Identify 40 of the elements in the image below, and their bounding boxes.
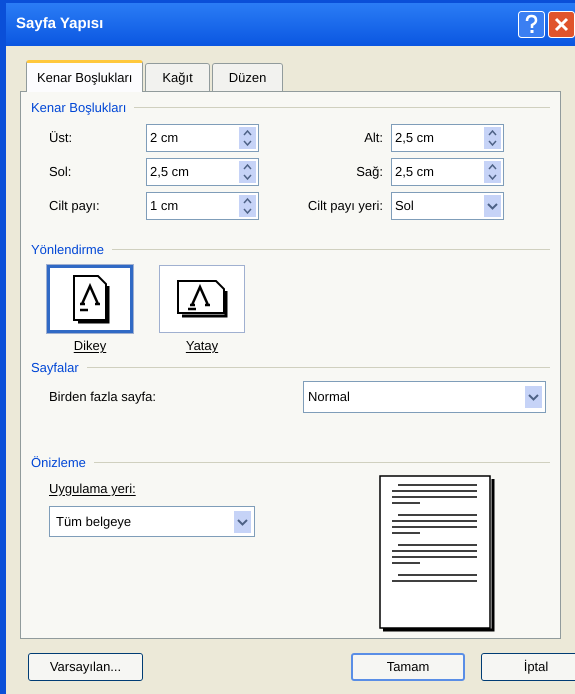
spin-field[interactable]: 1 cm [146, 192, 259, 220]
spin-field[interactable]: 2,5 cm [146, 158, 259, 186]
orientation-option[interactable] [159, 265, 245, 333]
spin-arrows-icon[interactable] [239, 160, 256, 182]
field-label: Cilt payı: [49, 196, 101, 215]
spin-arrows-icon[interactable] [239, 126, 256, 148]
field-label: Uygulama yeri: [49, 480, 137, 498]
dialog-button[interactable]: İptal [481, 653, 575, 681]
help-icon[interactable] [518, 11, 545, 38]
section-heading: Kenar Boşlukları [31, 99, 126, 117]
dropdown-field[interactable]: Sol [391, 192, 504, 220]
window-title: Sayfa Yapısı [16, 14, 104, 34]
tab[interactable]: Kenar Boşlukları [26, 60, 144, 92]
field-label: Birden fazla sayfa: [49, 388, 156, 406]
field-label: Sol: [49, 162, 72, 181]
field-label: Alt: [364, 128, 383, 147]
dialog-button[interactable]: Tamam [351, 653, 465, 681]
tab[interactable]: Kağıt [145, 63, 210, 91]
orientation-label: Yatay [186, 337, 218, 355]
landscape-page-icon [176, 279, 228, 319]
section-heading: Sayfalar [31, 358, 79, 377]
section-heading: Önizleme [31, 454, 86, 472]
tab[interactable]: Düzen [212, 63, 284, 91]
field-label: Sağ: [356, 162, 383, 181]
spin-arrows-icon[interactable] [239, 194, 256, 216]
portrait-page-icon [70, 274, 110, 324]
spin-arrows-icon[interactable] [484, 160, 501, 182]
spin-field[interactable]: 2 cm [146, 124, 259, 152]
dialog-button[interactable]: Varsayılan... [28, 653, 143, 681]
dropdown-field[interactable]: Normal [303, 381, 546, 413]
section-heading: Yönlendirme [31, 240, 104, 258]
close-icon[interactable] [548, 11, 575, 38]
spin-field[interactable]: 2,5 cm [391, 124, 504, 152]
spin-arrows-icon[interactable] [484, 126, 501, 148]
field-label: Üst: [49, 128, 74, 147]
field-label: Cilt payı yeri: [308, 196, 383, 215]
orientation-option[interactable] [47, 265, 133, 333]
dropdown-field[interactable]: Tüm belgeye [49, 506, 255, 537]
spin-field[interactable]: 2,5 cm [391, 158, 504, 186]
orientation-label: Dikey [74, 337, 106, 355]
